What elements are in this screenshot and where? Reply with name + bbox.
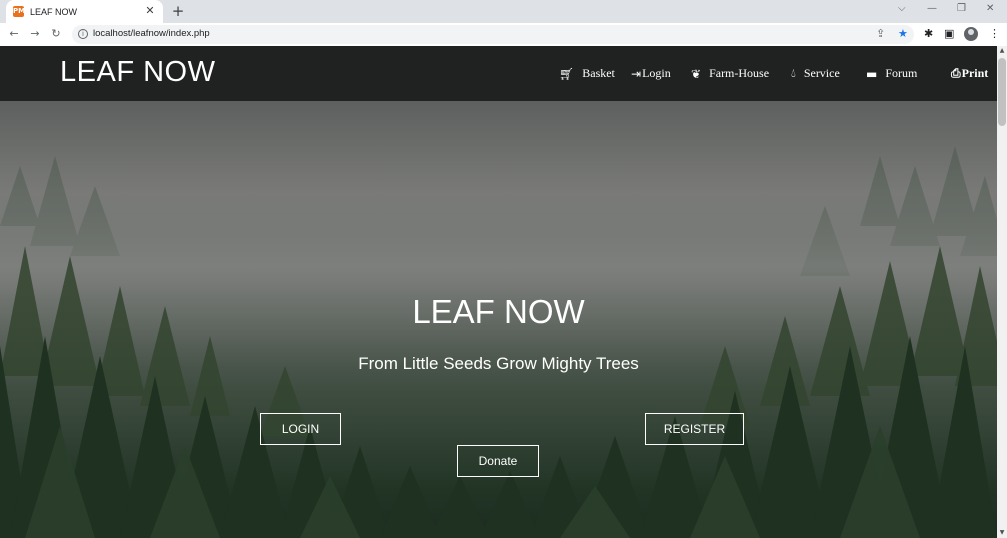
kebab-menu-icon[interactable]: ⋮: [989, 27, 1000, 40]
puzzle-icon[interactable]: ✱: [924, 27, 933, 40]
plus-icon[interactable]: +: [170, 2, 186, 20]
scroll-up-arrow-icon[interactable]: ▲: [997, 46, 1007, 56]
scroll-down-arrow-icon[interactable]: ▼: [997, 528, 1007, 538]
register-button[interactable]: REGISTER: [645, 413, 744, 445]
nav-login[interactable]: ⇥ Login: [631, 66, 671, 81]
hero-subtitle: From Little Seeds Grow Mighty Trees: [358, 354, 639, 373]
nav-service-label: Service: [803, 66, 840, 80]
nav-print[interactable]: ⎙ Print: [951, 66, 988, 81]
sign-in-icon: ⇥: [631, 66, 642, 81]
share-icon[interactable]: ⇪: [876, 27, 885, 40]
url-text[interactable]: localhost/leafnow/index.php: [93, 28, 210, 39]
web-page: LEAF NOW 🛒︎ Basket ⇥ Login ❦ Farm-House …: [0, 46, 997, 538]
nav-forum[interactable]: ▬ Forum: [866, 66, 917, 81]
close-icon[interactable]: ✕: [143, 4, 157, 18]
nav-farm-house-label: Farm-House: [709, 66, 770, 80]
nav-basket-label: Basket: [582, 66, 615, 80]
scroll-thumb[interactable]: [998, 58, 1006, 126]
browser-tab[interactable]: PM LEAF NOW ✕: [6, 0, 163, 23]
comment-icon: ▬: [866, 66, 878, 81]
browser-toolbar: ← → ↻ i localhost/leafnow/index.php ⇪ ★ …: [0, 23, 1007, 46]
nav-print-label: Print: [961, 66, 989, 80]
address-bar[interactable]: i localhost/leafnow/index.php ⇪ ★: [72, 25, 914, 44]
site-brand[interactable]: LEAF NOW: [60, 56, 215, 89]
forward-arrow-icon[interactable]: →: [28, 27, 42, 41]
window-close-icon[interactable]: ✕: [986, 3, 994, 14]
leaf-icon: ❦: [691, 66, 702, 81]
nav-farm-house[interactable]: ❦ Farm-House: [691, 66, 769, 81]
tab-search-icon[interactable]: ⌵: [898, 3, 906, 14]
donate-button[interactable]: Donate: [457, 445, 539, 477]
hero-title: LEAF NOW: [412, 293, 585, 330]
login-button[interactable]: LOGIN: [260, 413, 341, 445]
tab-title: LEAF NOW: [30, 6, 78, 17]
nav-forum-label: Forum: [885, 66, 918, 80]
reload-icon[interactable]: ↻: [49, 27, 63, 41]
nav-login-label: Login: [642, 66, 671, 80]
page-scrollbar[interactable]: ▲ ▼: [997, 46, 1007, 538]
cart-icon: 🛒︎: [559, 66, 575, 81]
nav-basket[interactable]: 🛒︎ Basket: [559, 66, 615, 81]
profile-icon[interactable]: [964, 27, 978, 41]
browser-tab-strip: PM LEAF NOW ✕ + ⌵ — ❐ ✕: [0, 0, 1007, 23]
restore-icon[interactable]: ❐: [957, 3, 966, 14]
site-navbar: LEAF NOW 🛒︎ Basket ⇥ Login ❦ Farm-House …: [0, 46, 997, 101]
nav-service[interactable]: 💧︎ Service: [791, 66, 840, 81]
star-icon[interactable]: ★: [898, 27, 908, 40]
info-icon[interactable]: i: [78, 29, 88, 39]
drop-icon: 💧︎: [791, 66, 796, 80]
side-panel-icon[interactable]: ▣: [944, 27, 954, 40]
print-icon: ⎙: [951, 66, 961, 80]
back-arrow-icon[interactable]: ←: [7, 27, 21, 41]
minimize-icon[interactable]: —: [927, 3, 937, 14]
favicon-icon: PM: [13, 6, 26, 17]
